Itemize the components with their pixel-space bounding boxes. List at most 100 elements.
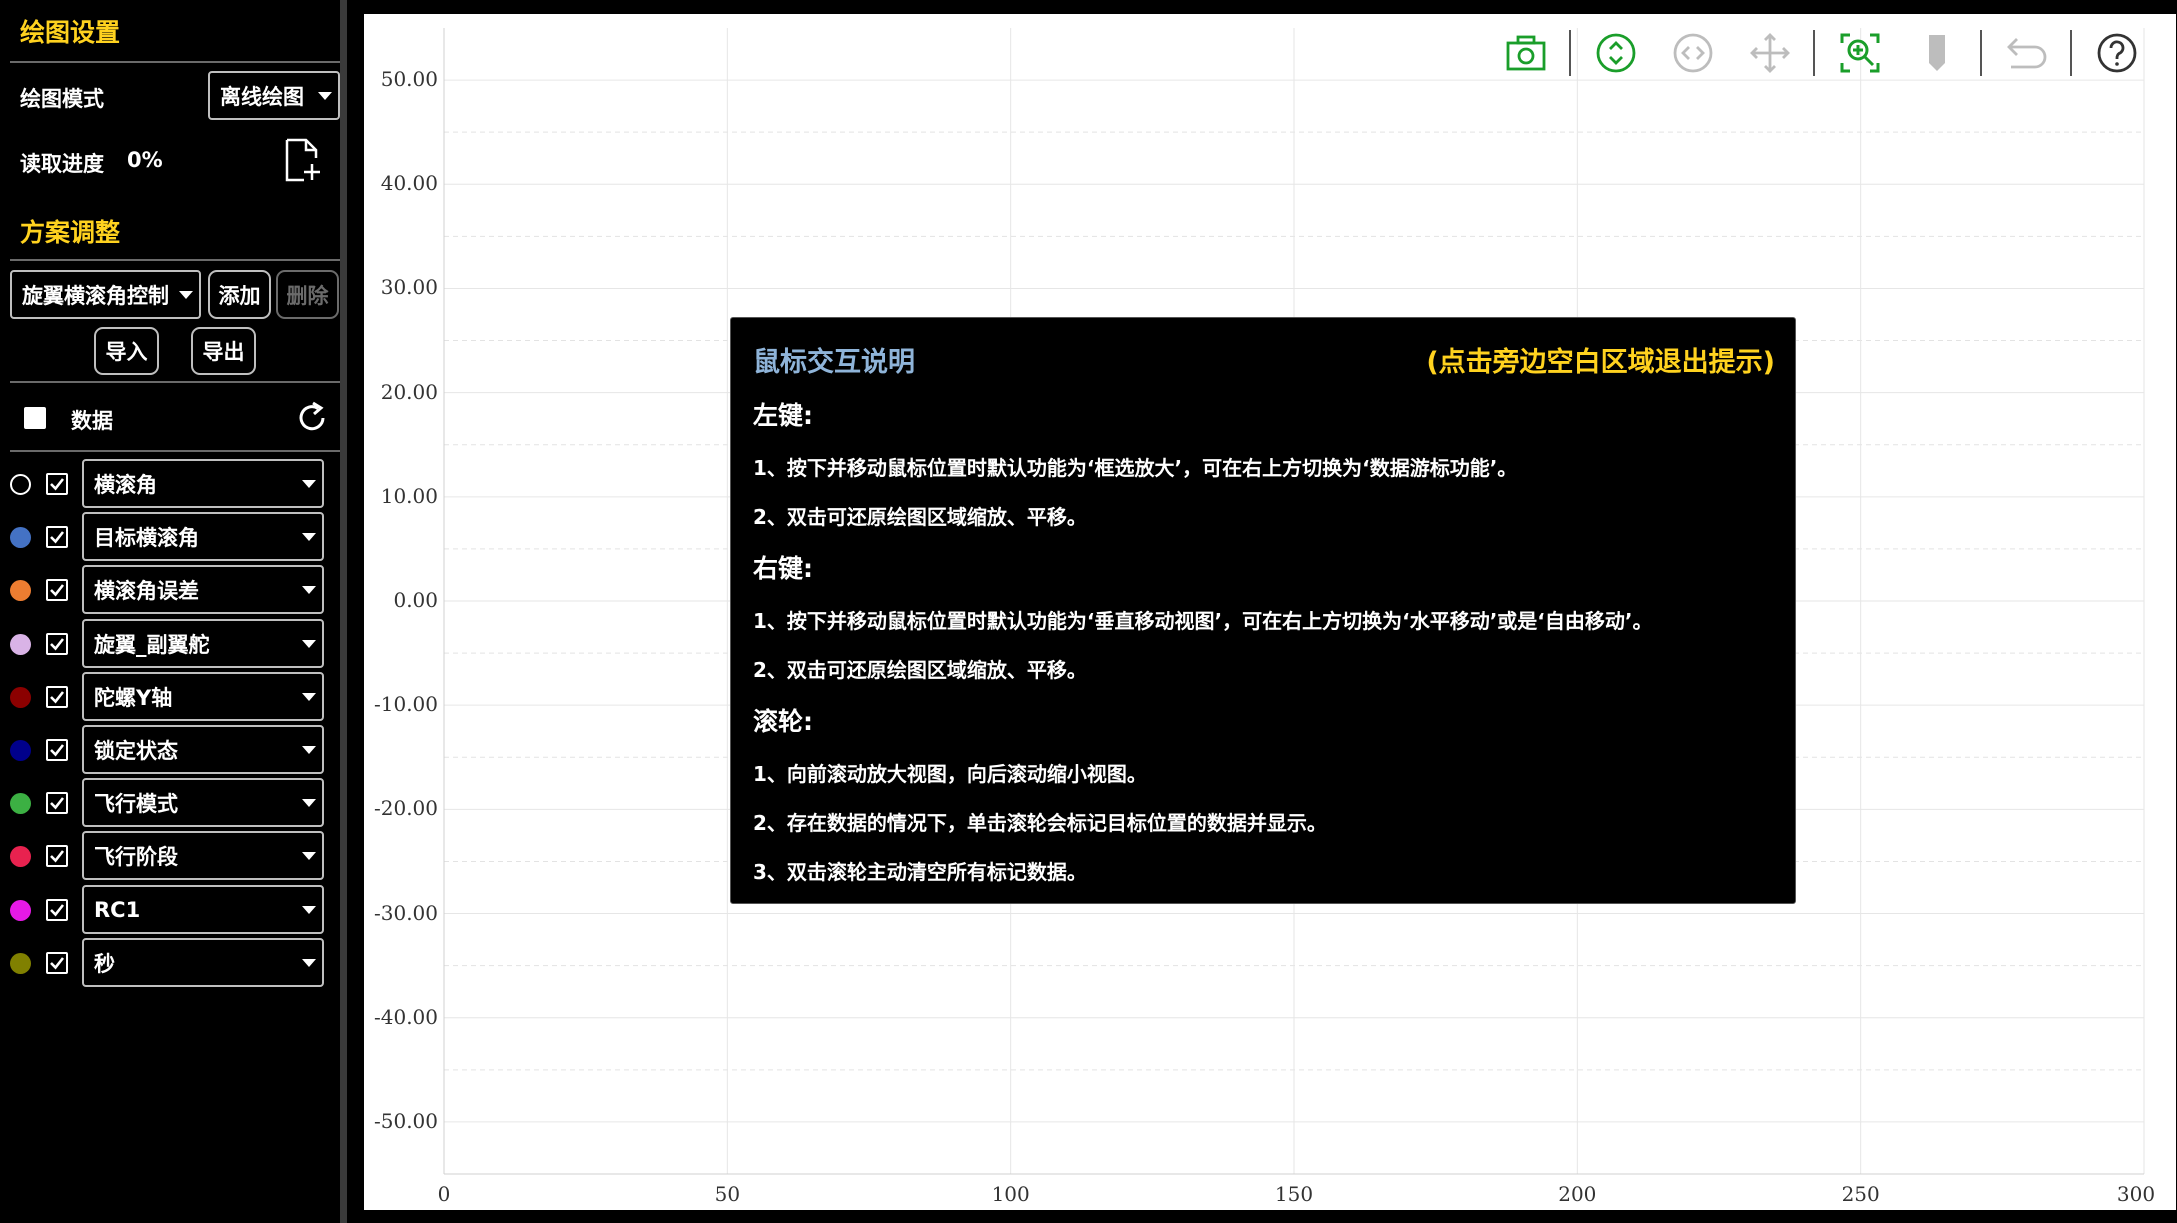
add-button[interactable]: 添加 <box>208 270 271 319</box>
help-wheel-line-1: 1、向前滚动放大视图，向后滚动缩小视图。 <box>753 762 1147 786</box>
y-tick-label: -20.00 <box>373 796 438 821</box>
series-field-name: 秒 <box>94 951 115 976</box>
y-tick-label: 40.00 <box>380 171 438 196</box>
series-field-select[interactable]: 横滚角误差 <box>82 565 324 614</box>
series-color-dot <box>10 953 31 974</box>
check-icon <box>50 797 65 810</box>
series-field-select[interactable]: 飞行模式 <box>82 778 324 827</box>
series-color-dot <box>10 900 31 921</box>
series-color-dot <box>10 846 31 867</box>
series-field-select[interactable]: 旋翼_副翼舵 <box>82 619 324 668</box>
scheme-title: 方案调整 <box>20 218 121 247</box>
series-checkbox[interactable] <box>46 686 68 708</box>
series-checkbox[interactable] <box>46 952 68 974</box>
series-checkbox[interactable] <box>46 792 68 814</box>
chevron-down-icon <box>179 290 193 299</box>
select-all-checkbox[interactable] <box>24 407 46 429</box>
series-field-select[interactable]: 锁定状态 <box>82 725 324 774</box>
series-field-name: 飞行阶段 <box>94 844 178 869</box>
sidebar-splitter[interactable] <box>340 0 347 1223</box>
check-icon <box>50 850 65 863</box>
import-button[interactable]: 导入 <box>94 327 159 375</box>
chevron-down-icon <box>302 905 316 914</box>
series-color-dot <box>10 740 31 761</box>
delete-button[interactable]: 删除 <box>276 270 339 319</box>
series-checkbox[interactable] <box>46 845 68 867</box>
series-field-select[interactable]: 横滚角 <box>82 459 324 508</box>
undo-icon[interactable] <box>2005 31 2049 75</box>
scheme-value: 旋翼横滚角控制 <box>22 283 169 308</box>
y-tick-label: -10.00 <box>373 692 438 717</box>
series-field-select[interactable]: RC1 <box>82 885 324 934</box>
series-checkbox[interactable] <box>46 579 68 601</box>
new-file-icon[interactable] <box>284 138 322 182</box>
series-field-select[interactable]: 目标横滚角 <box>82 512 324 561</box>
toolbar-separator <box>1980 30 1982 76</box>
y-tick-label: 30.00 <box>380 275 438 300</box>
series-field-name: 目标横滚角 <box>94 525 199 550</box>
x-tick-label: 50 <box>714 1182 741 1206</box>
series-color-dot <box>10 474 31 495</box>
chevron-down-icon <box>302 745 316 754</box>
series-color-dot <box>10 634 31 655</box>
x-tick-label: 200 <box>1558 1182 1597 1206</box>
toolbar-separator <box>1569 30 1571 76</box>
toolbar-separator <box>2070 30 2072 76</box>
plot-mode-value: 离线绘图 <box>220 84 304 109</box>
series-field-select[interactable]: 秒 <box>82 938 324 987</box>
chevron-down-icon <box>302 958 316 967</box>
series-checkbox[interactable] <box>46 739 68 761</box>
series-color-dot <box>10 580 31 601</box>
check-icon <box>50 638 65 651</box>
y-tick-label: 50.00 <box>380 67 438 92</box>
x-tick-label: 250 <box>1841 1182 1880 1206</box>
check-icon <box>50 904 65 917</box>
series-checkbox[interactable] <box>46 473 68 495</box>
series-checkbox[interactable] <box>46 526 68 548</box>
check-icon <box>50 691 65 704</box>
y-tick-label: -30.00 <box>373 900 438 925</box>
series-color-dot <box>10 793 31 814</box>
x-tick-label: 150 <box>1274 1182 1314 1206</box>
series-field-name: 飞行模式 <box>94 791 178 816</box>
check-icon <box>50 584 65 597</box>
y-tick-label: 10.00 <box>380 483 438 508</box>
divider <box>10 450 340 452</box>
marker-icon[interactable] <box>1915 31 1959 75</box>
series-field-select[interactable]: 陀螺Y轴 <box>82 672 324 721</box>
camera-icon[interactable] <box>1504 31 1548 75</box>
series-checkbox[interactable] <box>46 899 68 921</box>
check-icon <box>50 957 65 970</box>
chevron-down-icon <box>302 798 316 807</box>
help-icon[interactable] <box>2095 31 2139 75</box>
help-right-line-1: 1、按下并移动鼠标位置时默认功能为‘垂直移动视图’，可在右上方切换为‘水平移动’… <box>753 609 1653 633</box>
series-color-dot <box>10 527 31 548</box>
series-field-select[interactable]: 飞行阶段 <box>82 831 324 880</box>
scheme-select[interactable]: 旋翼横滚角控制 <box>10 270 201 319</box>
chevron-down-icon <box>302 639 316 648</box>
series-field-name: 锁定状态 <box>94 738 178 763</box>
plot-mode-select[interactable]: 离线绘图 <box>208 71 340 120</box>
help-title: 鼠标交互说明 <box>753 347 915 378</box>
help-wheel-title: 滚轮: <box>753 707 813 736</box>
help-wheel-line-2: 2、存在数据的情况下，单击滚轮会标记目标位置的数据并显示。 <box>753 811 1327 835</box>
read-progress-value: 0% <box>127 148 163 172</box>
export-button[interactable]: 导出 <box>191 327 256 375</box>
check-icon <box>50 744 65 757</box>
chevron-down-icon <box>302 585 316 594</box>
chevron-down-icon <box>302 532 316 541</box>
plot-settings-title: 绘图设置 <box>20 18 121 47</box>
mouse-help-dialog: 鼠标交互说明 (点击旁边空白区域退出提示) 左键: 1、按下并移动鼠标位置时默认… <box>730 317 1796 904</box>
chevron-down-icon <box>302 851 316 860</box>
refresh-icon[interactable] <box>294 400 330 436</box>
help-left-line-1: 1、按下并移动鼠标位置时默认功能为‘框选放大’，可在右上方切换为‘数据游标功能’… <box>753 456 1518 480</box>
free-move-icon[interactable] <box>1748 31 1792 75</box>
x-tick-label: 100 <box>991 1182 1030 1206</box>
horizontal-move-icon[interactable] <box>1671 31 1715 75</box>
vertical-move-icon[interactable] <box>1594 31 1638 75</box>
x-tick-label: 0 <box>437 1182 451 1206</box>
read-progress-label: 读取进度 <box>20 152 104 176</box>
series-checkbox[interactable] <box>46 633 68 655</box>
series-field-name: 横滚角误差 <box>94 578 199 603</box>
zoom-select-icon[interactable] <box>1838 31 1882 75</box>
